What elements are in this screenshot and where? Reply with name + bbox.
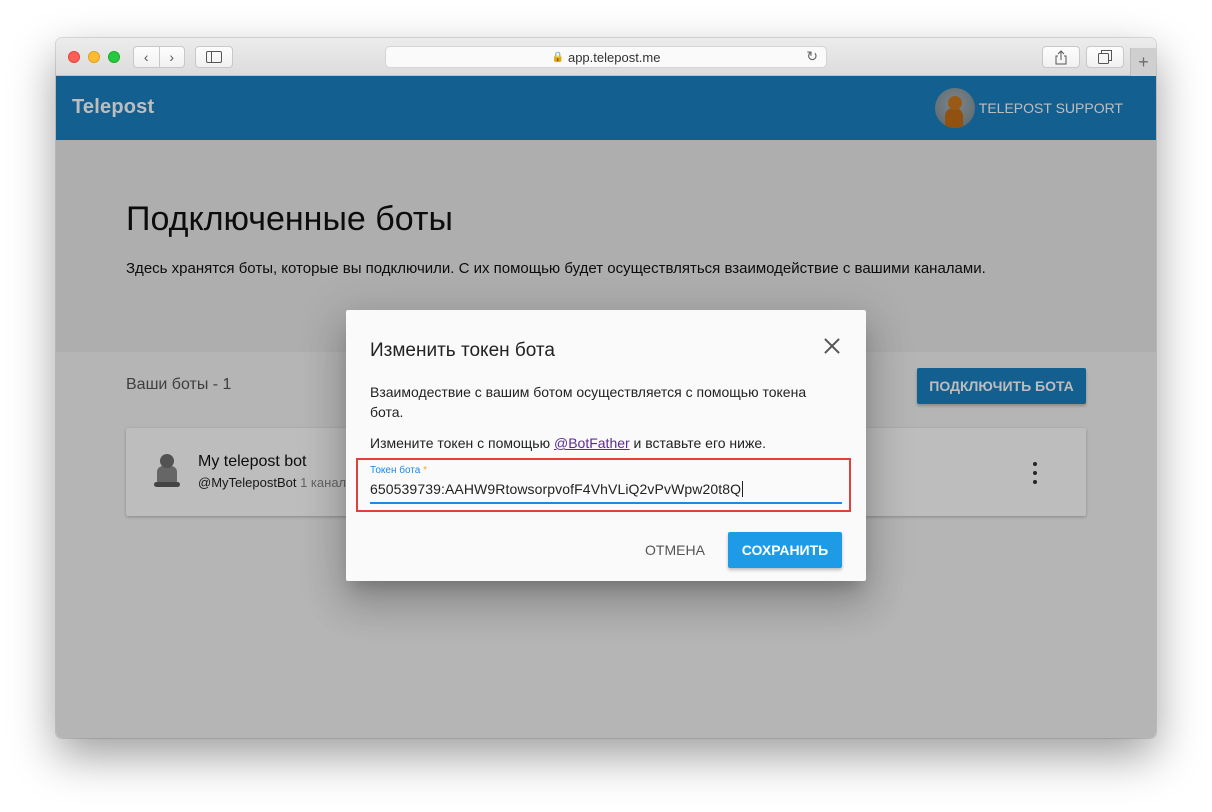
close-icon[interactable]	[820, 334, 844, 358]
token-field-label: Токен бота *	[370, 465, 427, 476]
minimize-window-button[interactable]	[88, 51, 100, 63]
botfather-link[interactable]: @BotFather	[554, 435, 630, 451]
instruction-text-after: и вставьте его ниже.	[629, 435, 767, 451]
token-input[interactable]: 650539739:AAHW9RtowsorpvofF4VhVLiQ2vPvWp…	[370, 481, 744, 497]
lock-icon: 🔒	[551, 51, 564, 63]
sidebar-icon	[206, 51, 222, 63]
browser-toolbar: ‹ › 🔒 app.telepost.me ↻ +	[56, 38, 1156, 76]
dialog-title: Изменить токен бота	[370, 340, 555, 361]
zoom-window-button[interactable]	[108, 51, 120, 63]
sidebar-toggle-button[interactable]	[195, 46, 233, 68]
token-input-underline	[370, 502, 842, 504]
text-caret	[742, 481, 744, 497]
edit-token-dialog: Изменить токен бота Взаимодествие с ваши…	[346, 310, 866, 581]
token-field-label-text: Токен бота	[370, 465, 421, 476]
save-button[interactable]: СОХРАНИТЬ	[728, 532, 842, 568]
back-button[interactable]: ‹	[134, 47, 159, 67]
share-button[interactable]	[1042, 46, 1080, 68]
instruction-text-before: Измените токен с помощью	[370, 435, 554, 451]
share-icon	[1055, 49, 1067, 64]
tabs-icon	[1098, 50, 1112, 64]
nav-buttons: ‹ ›	[133, 46, 185, 68]
address-bar[interactable]: 🔒 app.telepost.me ↻	[385, 46, 827, 68]
reload-icon[interactable]: ↻	[806, 48, 818, 65]
close-window-button[interactable]	[68, 51, 80, 63]
cancel-button[interactable]: ОТМЕНА	[634, 532, 716, 568]
show-tabs-button[interactable]	[1086, 46, 1124, 68]
forward-button[interactable]: ›	[160, 47, 185, 67]
new-tab-button[interactable]: +	[1130, 48, 1156, 76]
browser-window: ‹ › 🔒 app.telepost.me ↻ + Telepost TELEP…	[56, 38, 1156, 738]
address-url: app.telepost.me	[567, 49, 661, 65]
app-content: Telepost TELEPOST SUPPORT Подключенные б…	[56, 76, 1156, 738]
token-input-value: 650539739:AAHW9RtowsorpvofF4VhVLiQ2vPvWp…	[370, 481, 742, 497]
dialog-instruction: Измените токен с помощью @BotFather и вс…	[370, 435, 766, 451]
required-mark: *	[423, 465, 428, 476]
dialog-description: Взаимодествие с вашим ботом осуществляет…	[370, 384, 807, 420]
